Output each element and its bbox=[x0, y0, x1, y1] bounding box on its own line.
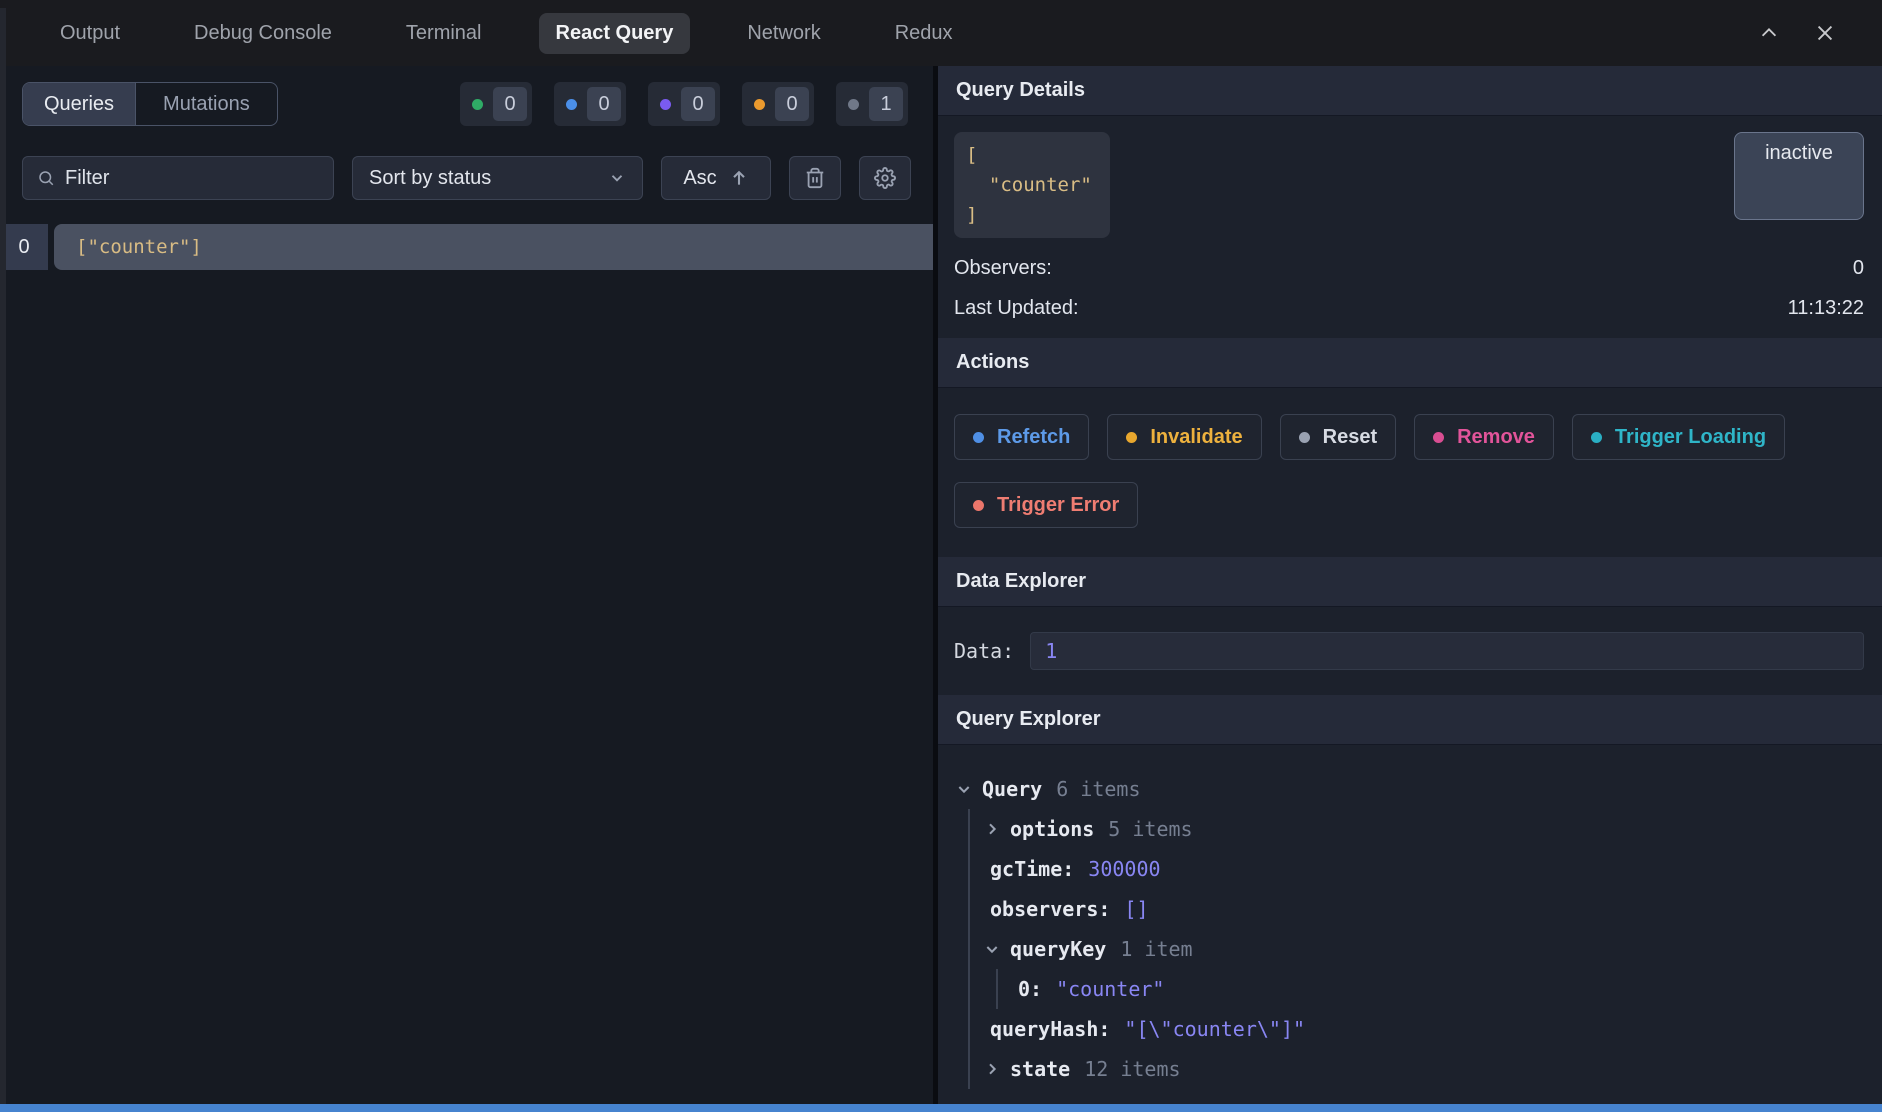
tree-row-query: Query 6 items bbox=[956, 769, 1864, 809]
tab-debug-console[interactable]: Debug Console bbox=[177, 13, 349, 54]
data-label: Data: bbox=[954, 639, 1014, 663]
chevron-right-icon[interactable] bbox=[984, 1061, 1010, 1077]
fresh-count: 0 bbox=[493, 87, 527, 121]
close-icon[interactable] bbox=[1814, 22, 1836, 44]
query-explorer-tree: Query 6 items options 5 items gcTime: 30… bbox=[938, 745, 1882, 1104]
trigger-error-button[interactable]: Trigger Error bbox=[954, 482, 1138, 528]
tab-redux[interactable]: Redux bbox=[878, 13, 970, 54]
status-badge-stale[interactable]: 0 bbox=[742, 82, 814, 126]
data-value-input[interactable]: 1 bbox=[1030, 632, 1864, 670]
stale-count: 0 bbox=[775, 87, 809, 121]
actions-toolbar: Refetch Invalidate Reset Remove Trigger … bbox=[938, 388, 1882, 557]
status-badge-fetching[interactable]: 0 bbox=[554, 82, 626, 126]
inactive-dot-icon bbox=[848, 99, 859, 110]
tree-row-gctime: gcTime: 300000 bbox=[984, 849, 1864, 889]
tree-row-state: state 12 items bbox=[984, 1049, 1864, 1089]
search-icon bbox=[37, 168, 55, 188]
query-key-line: [ bbox=[966, 140, 1092, 170]
settings-button[interactable] bbox=[859, 156, 911, 200]
tree-row-queryhash: queryHash: "[\"counter\"]" bbox=[984, 1009, 1864, 1049]
trigger-error-dot-icon bbox=[973, 500, 984, 511]
panel-window-controls bbox=[1758, 22, 1882, 44]
gear-icon bbox=[874, 167, 896, 189]
paused-count: 0 bbox=[681, 87, 715, 121]
fresh-dot-icon bbox=[472, 99, 483, 110]
clear-cache-button[interactable] bbox=[789, 156, 841, 200]
invalidate-button[interactable]: Invalidate bbox=[1107, 414, 1261, 460]
query-explorer-header: Query Explorer bbox=[938, 695, 1882, 745]
remove-dot-icon bbox=[1433, 432, 1444, 443]
tree-row-querykey-0: 0: "counter" bbox=[1012, 969, 1864, 1009]
status-badges: 0 0 0 0 1 bbox=[460, 82, 908, 126]
mutations-toggle[interactable]: Mutations bbox=[135, 83, 277, 125]
observers-label: Observers: bbox=[954, 257, 1052, 280]
query-status-badge: inactive bbox=[1734, 132, 1864, 220]
query-details-header: Query Details bbox=[938, 66, 1882, 116]
data-value: 1 bbox=[1045, 639, 1057, 663]
panel-tab-bar: Output Debug Console Terminal React Quer… bbox=[0, 0, 1882, 66]
fetching-dot-icon bbox=[566, 99, 577, 110]
query-key-line: ] bbox=[966, 200, 1092, 230]
tab-terminal[interactable]: Terminal bbox=[389, 13, 499, 54]
panel-left-edge bbox=[0, 8, 6, 1104]
chevron-down-icon[interactable] bbox=[956, 781, 982, 797]
tab-network[interactable]: Network bbox=[730, 13, 837, 54]
query-observer-count: 0 bbox=[0, 224, 48, 270]
chevron-down-icon[interactable] bbox=[984, 941, 1010, 957]
status-badge-inactive[interactable]: 1 bbox=[836, 82, 908, 126]
remove-button[interactable]: Remove bbox=[1414, 414, 1554, 460]
invalidate-dot-icon bbox=[1126, 432, 1137, 443]
chevron-right-icon[interactable] bbox=[984, 821, 1010, 837]
last-updated-value: 11:13:22 bbox=[1788, 297, 1864, 320]
inactive-count: 1 bbox=[869, 87, 903, 121]
chevron-up-icon[interactable] bbox=[1758, 22, 1780, 44]
tree-row-observers: observers: [] bbox=[984, 889, 1864, 929]
queries-toggle[interactable]: Queries bbox=[23, 83, 135, 125]
paused-dot-icon bbox=[660, 99, 671, 110]
trigger-loading-button[interactable]: Trigger Loading bbox=[1572, 414, 1785, 460]
panel-focus-border bbox=[0, 1104, 1882, 1112]
tab-output[interactable]: Output bbox=[43, 13, 137, 54]
arrow-up-icon bbox=[729, 168, 749, 188]
query-list: 0 ["counter"] bbox=[0, 224, 933, 270]
sort-select-value: Sort by status bbox=[369, 167, 491, 190]
query-details-panel: Query Details [ "counter" ] inactive Obs… bbox=[938, 66, 1882, 1104]
filter-input-wrapper bbox=[22, 156, 334, 200]
status-badge-paused[interactable]: 0 bbox=[648, 82, 720, 126]
reset-dot-icon bbox=[1299, 432, 1310, 443]
refetch-button[interactable]: Refetch bbox=[954, 414, 1089, 460]
observers-value: 0 bbox=[1853, 257, 1864, 280]
sort-select[interactable]: Sort by status bbox=[352, 156, 643, 200]
view-toggle: Queries Mutations bbox=[22, 82, 278, 126]
query-key-label: ["counter"] bbox=[54, 224, 933, 270]
last-updated-label: Last Updated: bbox=[954, 297, 1079, 320]
stale-dot-icon bbox=[754, 99, 765, 110]
refetch-dot-icon bbox=[973, 432, 984, 443]
fetching-count: 0 bbox=[587, 87, 621, 121]
trigger-loading-dot-icon bbox=[1591, 432, 1602, 443]
data-explorer-header: Data Explorer bbox=[938, 557, 1882, 607]
sort-order-label: Asc bbox=[683, 167, 716, 190]
tree-row-options: options 5 items bbox=[984, 809, 1864, 849]
query-list-item[interactable]: 0 ["counter"] bbox=[0, 224, 933, 270]
sort-order-button[interactable]: Asc bbox=[661, 156, 771, 200]
queries-list-panel: Queries Mutations 0 0 0 bbox=[0, 66, 933, 1104]
tree-row-querykey: queryKey 1 item bbox=[984, 929, 1864, 969]
tab-react-query[interactable]: React Query bbox=[539, 13, 691, 54]
filter-input[interactable] bbox=[65, 167, 319, 190]
reset-button[interactable]: Reset bbox=[1280, 414, 1396, 460]
devtools-panel: Output Debug Console Terminal React Quer… bbox=[0, 0, 1882, 1112]
query-key-box: [ "counter" ] bbox=[954, 132, 1110, 238]
status-badge-fresh[interactable]: 0 bbox=[460, 82, 532, 126]
query-key-line: "counter" bbox=[966, 170, 1092, 200]
chevron-down-icon bbox=[608, 169, 626, 187]
trash-icon bbox=[804, 167, 826, 189]
actions-header: Actions bbox=[938, 338, 1882, 388]
